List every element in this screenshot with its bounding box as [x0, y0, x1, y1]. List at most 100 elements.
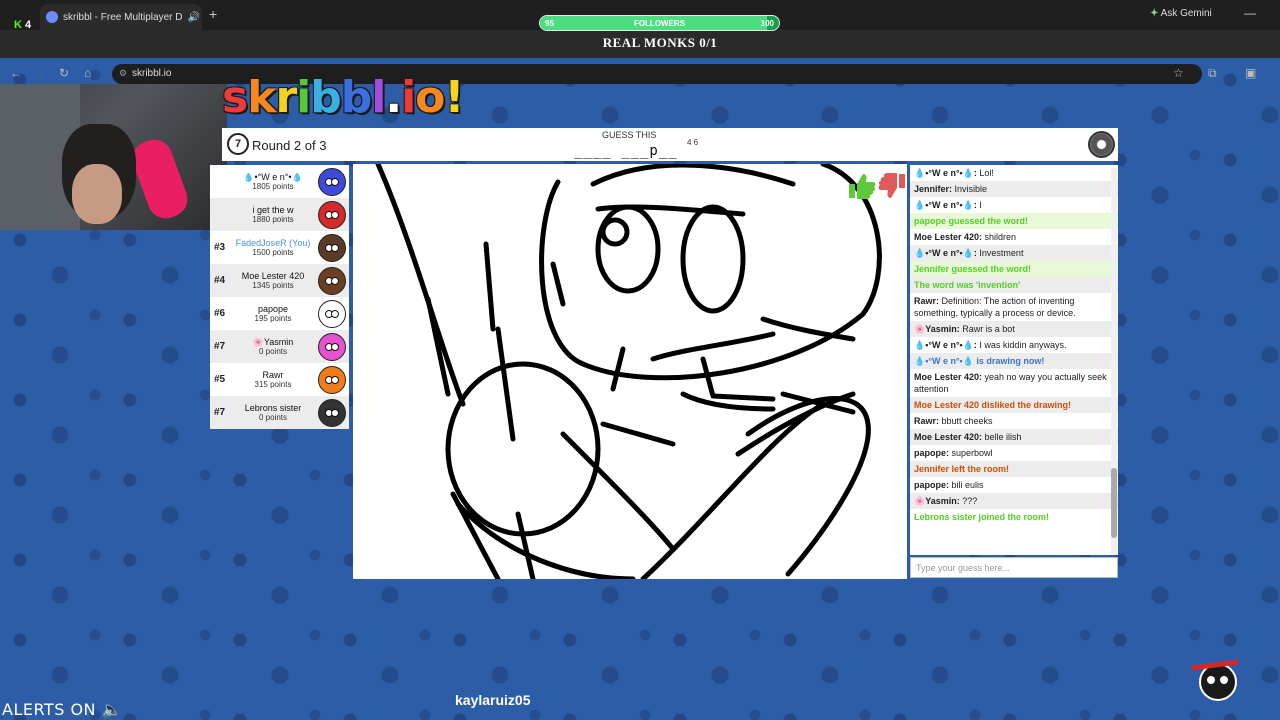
- chat-message: 💧•°W e n°•💧 is drawing now!: [910, 353, 1118, 369]
- logo-letter: b: [310, 72, 341, 123]
- guess-this-label: GUESS THIS: [602, 130, 657, 140]
- chat-author: papope:: [914, 448, 949, 458]
- logo-letter: o: [415, 72, 445, 123]
- player-points: 195 points: [254, 313, 292, 323]
- thumbs-up-icon[interactable]: [849, 174, 876, 199]
- chat-text: Lebrons sister joined the room!: [914, 512, 1050, 522]
- player-rank: #6: [214, 308, 226, 319]
- player-rank: #7: [214, 341, 226, 352]
- player-row[interactable]: #7 🌸Yasmin 0 points: [210, 330, 349, 363]
- chat-message: Lebrons sister joined the room!: [910, 509, 1118, 525]
- player-name: Rawr: [262, 370, 284, 380]
- player-info: papope 195 points: [232, 305, 314, 323]
- avatar: [318, 200, 346, 229]
- chat-text: Lol!: [976, 168, 994, 178]
- game-header: 7 Round 2 of 3 GUESS THIS ____ ___p__ 4 …: [222, 128, 1118, 161]
- player-info: FadedJoseR (You) 1500 points: [232, 239, 314, 257]
- chat-text: I was kiddin anyways.: [976, 340, 1067, 350]
- reload-icon[interactable]: ↻: [59, 66, 69, 80]
- chat-text: ???: [959, 496, 978, 506]
- player-row[interactable]: #6 papope 195 points: [210, 297, 349, 330]
- chat-author: 🌸Yasmin:: [914, 496, 960, 506]
- player-name: 🌸Yasmin: [252, 337, 294, 347]
- home-icon[interactable]: ⌂: [84, 66, 91, 80]
- url-text: skribbl.io: [132, 68, 172, 79]
- microphone-image: [127, 134, 193, 224]
- chat-author: Rawr:: [914, 296, 940, 306]
- player-row[interactable]: #5 Rawr 315 points: [210, 363, 349, 396]
- new-tab-icon[interactable]: +: [209, 6, 217, 22]
- chat-author: 💧•°W e n°•💧:: [914, 168, 977, 178]
- player-points: 315 points: [254, 379, 292, 389]
- chat-scrollbar[interactable]: [1111, 168, 1117, 555]
- back-icon[interactable]: ←: [10, 66, 22, 80]
- timer-clock-icon: 7: [227, 133, 249, 155]
- chat-message: papope guessed the word!: [910, 213, 1118, 229]
- chat-message: Moe Lester 420: yeah no way you actually…: [910, 369, 1118, 397]
- tab-favicon-icon: [46, 11, 58, 23]
- thumbs-down-icon[interactable]: [878, 173, 905, 198]
- chat-message: 💧•°W e n°•💧: Investment: [910, 245, 1118, 261]
- players-list: 💧•°W e n°•💧 1805 points i get the w 1880 po…: [210, 165, 349, 429]
- avatar: [318, 365, 346, 394]
- player-row[interactable]: 💧•°W e n°•💧 1805 points: [210, 165, 349, 198]
- sidepanel-icon[interactable]: ▣: [1245, 66, 1256, 80]
- player-rank: #5: [214, 374, 226, 385]
- word-hint: ____ ___p__: [574, 143, 678, 159]
- chat-author: Moe Lester 420:: [914, 432, 983, 442]
- minimize-icon[interactable]: —: [1244, 6, 1256, 20]
- chat-message: Moe Lester 420: belle ilish: [910, 429, 1118, 445]
- chat-message: 💧•°W e n°•💧: Lol!: [910, 165, 1118, 181]
- player-name: i get the w: [252, 205, 294, 215]
- chat-scroll-thumb[interactable]: [1111, 468, 1117, 538]
- chat-author: 💧•°W e n°•💧:: [914, 200, 977, 210]
- logo-letter: .: [385, 72, 402, 123]
- player-name: FadedJoseR (You): [235, 238, 311, 248]
- chat-text: Rawr is a bot: [959, 324, 1015, 334]
- chat-message: Moe Lester 420 disliked the drawing!: [910, 397, 1118, 413]
- guess-input[interactable]: [910, 557, 1118, 578]
- player-points: 1880 points: [252, 214, 294, 224]
- forward-icon[interactable]: →: [34, 66, 46, 80]
- drawing-canvas[interactable]: [353, 164, 907, 579]
- vote-buttons: [849, 173, 905, 199]
- browser-tab[interactable]: skribbl - Free Multiplayer D 🔊 ✕: [40, 4, 202, 30]
- bookmark-star-icon[interactable]: ☆: [1173, 66, 1184, 80]
- avatar: [318, 233, 346, 262]
- extensions-icon[interactable]: ⧉: [1208, 66, 1217, 81]
- player-row[interactable]: i get the w 1880 points: [210, 198, 349, 231]
- followers-label: FOLLOWERS: [633, 19, 686, 28]
- chat-author: papope:: [914, 480, 949, 490]
- chat-author: 💧•°W e n°•💧:: [914, 248, 977, 258]
- chat-text: Jennifer guessed the word!: [914, 264, 1032, 274]
- logo-letter: l: [371, 72, 386, 123]
- player-info: 💧•°W e n°•💧 1805 points: [232, 173, 314, 191]
- avatar: [318, 332, 346, 361]
- tab-audio-icon[interactable]: 🔊: [187, 12, 199, 23]
- chat-message: papope: superbowl: [910, 445, 1118, 461]
- chat-message: Jennifer left the room!: [910, 461, 1118, 477]
- settings-gear-icon[interactable]: [1088, 131, 1115, 158]
- skull-logo-icon: [1191, 659, 1239, 701]
- avatar: [318, 167, 346, 196]
- site-info-icon[interactable]: ⚙: [119, 68, 127, 79]
- chat-text: Definition: The action of inventing some…: [914, 296, 1076, 318]
- followers-goal-bar: 95 FOLLOWERS 100: [539, 15, 780, 31]
- stream-goal-text: REAL MONKS 0/1: [602, 35, 718, 50]
- chat-text: Investment: [976, 248, 1024, 258]
- chat-text: bili eulis: [949, 480, 984, 490]
- avatar: [318, 299, 346, 328]
- player-row[interactable]: #7 Lebrons sister 0 points: [210, 396, 349, 429]
- ask-gemini-button[interactable]: ✦ Ask Gemini: [1150, 8, 1212, 19]
- chat-author: Jennifer:: [914, 184, 953, 194]
- chat-text: 💧•°W e n°•💧 is drawing now!: [914, 356, 1045, 366]
- alerts-status: ALERTS ON 🔈: [2, 700, 122, 719]
- chat-author: Rawr:: [914, 416, 940, 426]
- chat-text: shildren: [982, 232, 1017, 242]
- player-row[interactable]: #3 FadedJoseR (You) 1500 points: [210, 231, 349, 264]
- player-name: Lebrons sister: [244, 403, 302, 413]
- chat-text: Jennifer left the room!: [914, 464, 1010, 474]
- player-points: 1500 points: [252, 247, 294, 257]
- player-row[interactable]: #4 Moe Lester 420 1345 points: [210, 264, 349, 297]
- chat-author: Moe Lester 420:: [914, 372, 983, 382]
